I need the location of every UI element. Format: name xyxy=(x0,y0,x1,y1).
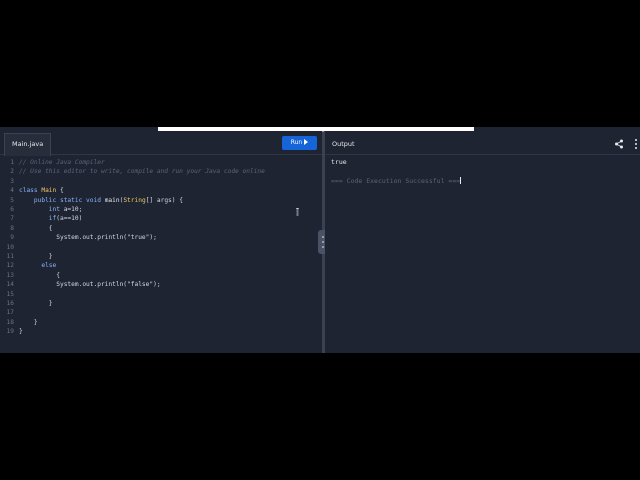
code-token: if xyxy=(19,215,57,223)
line-source: { xyxy=(19,271,60,280)
code-line: 8 { xyxy=(0,224,322,233)
code-token: // Online Java Compiler xyxy=(19,159,105,166)
code-line: 5 public static void main(String[] args)… xyxy=(0,196,322,205)
line-source: System.out.println("true"); xyxy=(19,233,157,242)
grip-dot xyxy=(322,241,324,243)
output-title: Output xyxy=(332,140,355,148)
code-token: // Use this editor to write, compile and… xyxy=(19,168,265,176)
line-number: 13 xyxy=(6,271,14,279)
output-result-line: true xyxy=(331,158,347,166)
code-line: 3 xyxy=(0,177,322,186)
share-icon[interactable] xyxy=(614,139,624,149)
line-source: int a=10; xyxy=(19,205,83,214)
code-line: 4 class Main { xyxy=(0,186,322,195)
line-number: 9 xyxy=(10,234,14,242)
line-source: public static void main(String[] args) { xyxy=(19,196,183,205)
line-number: 7 xyxy=(10,215,14,223)
editor-header: Main.java Run xyxy=(0,133,322,156)
line-source: } xyxy=(19,327,23,336)
video-progress-bar[interactable] xyxy=(158,127,474,131)
line-source: else xyxy=(19,261,56,270)
output-status-text: === Code Execution Successful === xyxy=(331,177,461,185)
line-number: 1 xyxy=(10,159,14,166)
line-number: 8 xyxy=(10,224,14,232)
code-token: } xyxy=(19,318,38,326)
line-source: { xyxy=(19,224,53,233)
run-button-label: Run xyxy=(290,139,303,146)
code-line: 15 xyxy=(0,290,322,299)
line-number: 5 xyxy=(10,196,14,204)
code-token: else xyxy=(19,262,57,270)
more-vertical-icon[interactable] xyxy=(633,138,638,150)
line-number: 2 xyxy=(10,168,14,176)
output-pane: Output true === Code Execution Successfu… xyxy=(325,127,640,353)
line-source: // Online Java Compiler xyxy=(19,158,105,167)
code-token: int xyxy=(19,206,64,213)
code-line: 16 } xyxy=(0,299,322,308)
line-number: 4 xyxy=(10,187,14,195)
line-number: 18 xyxy=(6,318,14,326)
code-token: public static void xyxy=(19,196,105,204)
line-source: class Main { xyxy=(19,186,64,195)
code-token: { xyxy=(19,224,53,232)
code-line: 14 System.out.println("false"); xyxy=(0,280,322,289)
line-source: } xyxy=(19,318,38,327)
text-cursor-icon xyxy=(296,208,299,216)
code-token: String xyxy=(123,196,146,204)
code-line: 11 } xyxy=(0,252,322,261)
line-number: 19 xyxy=(6,328,14,336)
code-area[interactable]: 1 // Online Java Compiler 2 // Use this edi… xyxy=(0,158,322,353)
code-token: System.out.println("true"); xyxy=(19,234,157,242)
code-token: [] args) { xyxy=(145,196,183,204)
run-button[interactable]: Run xyxy=(282,136,317,150)
code-token: a=10; xyxy=(63,206,83,213)
grip-dot xyxy=(322,246,324,248)
line-number: 14 xyxy=(6,281,14,289)
line-source: } xyxy=(19,252,53,261)
code-line: 7 if(a==10) xyxy=(0,214,322,223)
output-caret xyxy=(460,177,462,184)
code-token: main xyxy=(104,196,120,204)
code-token: System.out.println("false"); xyxy=(19,281,161,289)
code-line: 17 xyxy=(0,308,322,317)
code-line: 10 xyxy=(0,243,322,252)
code-line: 18 } xyxy=(0,318,322,327)
compiler-app: Main.java Run 1 // Online Java Compiler 2 /… xyxy=(0,127,640,353)
line-source: // Use this editor to write, compile and… xyxy=(19,167,265,176)
code-line: 9 System.out.println("true"); xyxy=(0,233,322,242)
code-editor-pane: Main.java Run 1 // Online Java Compiler 2 /… xyxy=(0,127,322,353)
line-source: } xyxy=(19,299,53,308)
line-number: 11 xyxy=(6,253,14,260)
code-token: } xyxy=(19,328,23,336)
progress-marker xyxy=(319,127,327,133)
code-token: Main xyxy=(41,187,57,195)
play-icon xyxy=(304,138,309,145)
code-line: 2 // Use this editor to write, compile an… xyxy=(0,167,322,176)
output-header: Output xyxy=(325,133,640,155)
line-source: System.out.println("false"); xyxy=(19,280,161,289)
line-number: 15 xyxy=(6,290,14,298)
line-number: 16 xyxy=(6,300,14,307)
line-source: if(a==10) xyxy=(19,214,83,223)
line-number: 12 xyxy=(6,262,14,270)
tab-main-java[interactable]: Main.java xyxy=(4,133,52,156)
code-line: 19} xyxy=(0,327,322,336)
code-line: 1 // Online Java Compiler xyxy=(0,158,322,167)
code-line: 13 { xyxy=(0,271,322,280)
output-status-line: === Code Execution Successful === xyxy=(331,177,462,185)
code-line: 6 int a=10; xyxy=(0,205,322,214)
code-token: (a==10) xyxy=(56,215,83,223)
code-line: 12 else xyxy=(0,261,322,270)
code-token: class xyxy=(19,187,42,195)
grip-dot xyxy=(322,236,324,238)
code-token: } xyxy=(19,300,53,307)
line-number: 3 xyxy=(10,177,14,185)
code-token: } xyxy=(19,253,53,260)
line-number: 10 xyxy=(6,243,14,251)
code-token: { xyxy=(56,187,64,195)
code-token: { xyxy=(19,271,60,279)
line-number: 17 xyxy=(6,309,14,317)
line-number: 6 xyxy=(10,206,14,213)
